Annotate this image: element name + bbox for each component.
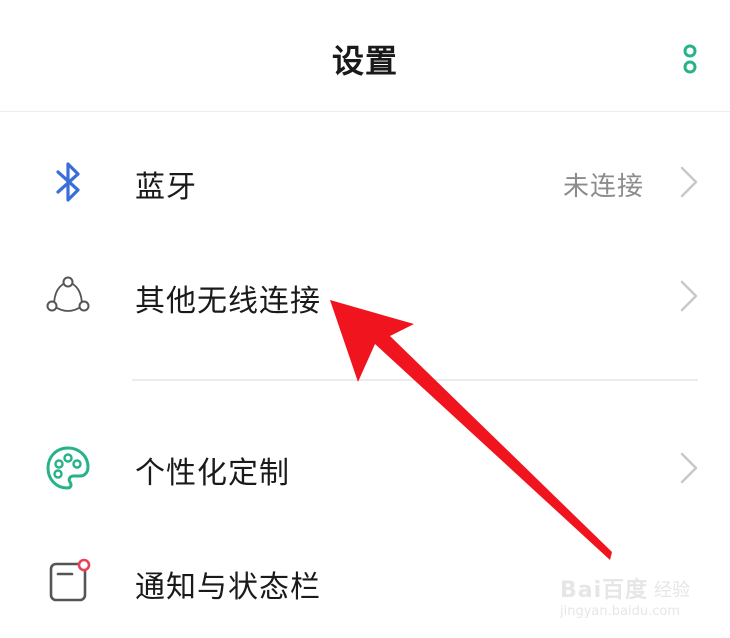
settings-item-label: 其他无线连接: [135, 284, 321, 319]
chevron-right-icon: [680, 166, 698, 198]
palette-icon: [46, 446, 90, 490]
watermark: Bai百度 经验 jingyan.baidu.com: [558, 562, 698, 632]
settings-item-label: 个性化定制: [135, 456, 290, 491]
header-divider: [0, 111, 730, 112]
chevron-right-icon: [680, 452, 698, 484]
settings-item-label: 通知与状态栏: [135, 570, 321, 605]
settings-item-personalization[interactable]: 个性化定制: [0, 418, 730, 518]
notification-bar-icon: [49, 558, 91, 602]
app-header: 设置: [0, 0, 730, 112]
page-title: 设置: [331, 42, 398, 80]
settings-item-bluetooth[interactable]: 蓝牙 未连接: [0, 132, 730, 232]
more-vertical-icon: [683, 44, 697, 74]
bluetooth-icon: [56, 162, 80, 202]
bluetooth-status: 未连接: [562, 172, 644, 202]
settings-item-label: 蓝牙: [135, 170, 197, 205]
watermark-suffix: 经验: [654, 580, 690, 601]
more-options-button[interactable]: [674, 40, 706, 80]
chevron-right-icon: [680, 280, 698, 312]
watermark-brand: Bai百度: [560, 578, 649, 603]
settings-item-other-wireless[interactable]: 其他无线连接: [0, 246, 730, 346]
wireless-connections-icon: [46, 276, 90, 312]
watermark-url: jingyan.baidu.com: [560, 604, 680, 619]
section-divider: [132, 379, 698, 381]
